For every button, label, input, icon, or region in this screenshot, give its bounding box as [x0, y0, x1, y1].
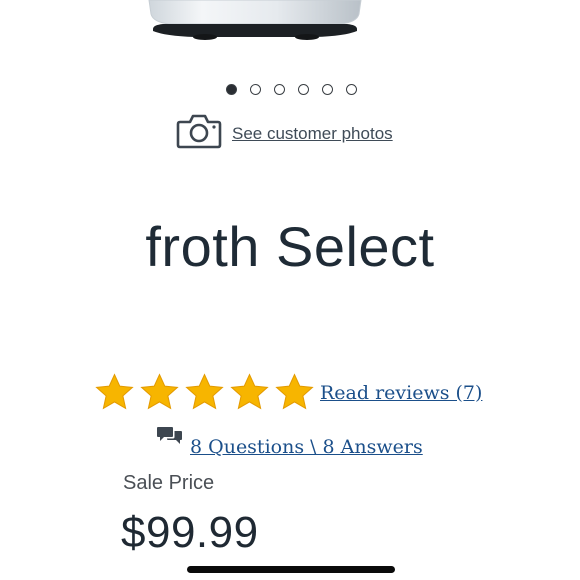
star-icon: [230, 373, 269, 410]
camera-icon: [176, 114, 222, 149]
carousel-dot-1[interactable]: [226, 84, 237, 95]
carousel-dot-2[interactable]: [250, 84, 261, 95]
read-reviews-link[interactable]: Read reviews (7): [320, 382, 482, 404]
carousel-dots: [226, 84, 357, 95]
carousel-dot-4[interactable]: [298, 84, 309, 95]
see-customer-photos-link[interactable]: See customer photos: [232, 124, 393, 144]
carousel-dot-6[interactable]: [346, 84, 357, 95]
star-rating: [94, 372, 315, 413]
questions-answers-link[interactable]: 8 Questions \ 8 Answers: [190, 436, 423, 458]
rating-row: Read reviews (7): [94, 372, 482, 413]
star-icon: [140, 373, 179, 410]
star-icon: [185, 373, 224, 410]
chat-bubbles-icon: [157, 427, 182, 444]
star-icon: [275, 373, 314, 410]
sale-price-label: Sale Price: [123, 472, 215, 494]
carousel-dot-5[interactable]: [322, 84, 333, 95]
home-indicator[interactable]: [187, 566, 395, 573]
see-customer-photos[interactable]: See customer photos: [176, 113, 393, 149]
star-icon: [95, 373, 134, 410]
product-image[interactable]: [145, 0, 365, 42]
carousel-dot-3[interactable]: [274, 84, 285, 95]
product-title: froth Select: [145, 215, 435, 278]
price: $99.99: [121, 508, 259, 557]
questions-answers[interactable]: 8 Questions \ 8 Answers: [157, 424, 423, 458]
